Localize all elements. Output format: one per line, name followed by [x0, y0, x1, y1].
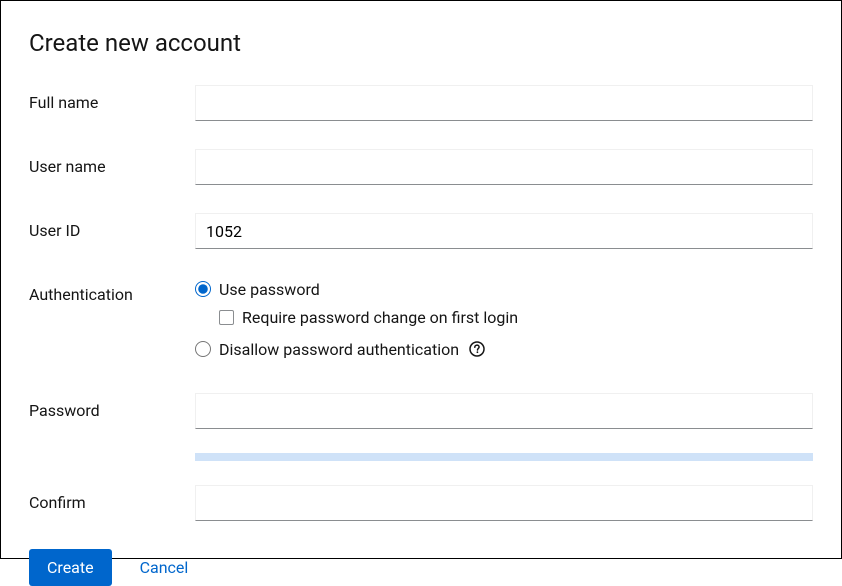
option-require-change[interactable]: Require password change on first login — [219, 305, 813, 329]
password-input[interactable] — [195, 393, 813, 429]
option-disallow[interactable]: Disallow password authentication — [195, 337, 813, 361]
label-full-name: Full name — [29, 85, 195, 112]
radio-disallow[interactable] — [195, 341, 211, 357]
radio-use-password[interactable] — [195, 281, 211, 297]
row-user-id: User ID — [29, 213, 813, 249]
option-use-password[interactable]: Use password — [195, 277, 813, 301]
row-authentication: Authentication Use password Require pass… — [29, 277, 813, 365]
dialog-actions: Create Cancel — [29, 549, 813, 586]
label-authentication: Authentication — [29, 277, 195, 304]
create-button[interactable]: Create — [29, 549, 112, 586]
label-user-name: User name — [29, 149, 195, 176]
dialog-title: Create new account — [29, 29, 813, 57]
user-name-input[interactable] — [195, 149, 813, 185]
row-password: Password — [29, 393, 813, 429]
user-id-input[interactable] — [195, 213, 813, 249]
label-require-change: Require password change on first login — [242, 308, 518, 327]
row-full-name: Full name — [29, 85, 813, 121]
checkbox-require-change[interactable] — [219, 310, 234, 325]
row-password-strength — [29, 437, 813, 461]
full-name-input[interactable] — [195, 85, 813, 121]
label-user-id: User ID — [29, 213, 195, 240]
cancel-button[interactable]: Cancel — [140, 558, 189, 577]
label-use-password: Use password — [219, 280, 320, 299]
help-icon[interactable] — [469, 341, 485, 357]
confirm-input[interactable] — [195, 485, 813, 521]
label-disallow: Disallow password authentication — [219, 340, 459, 359]
row-confirm: Confirm — [29, 485, 813, 521]
row-user-name: User name — [29, 149, 813, 185]
label-password: Password — [29, 393, 195, 420]
create-account-dialog: Create new account Full name User name U… — [0, 0, 842, 559]
label-confirm: Confirm — [29, 485, 195, 512]
password-strength-bar — [195, 453, 813, 461]
